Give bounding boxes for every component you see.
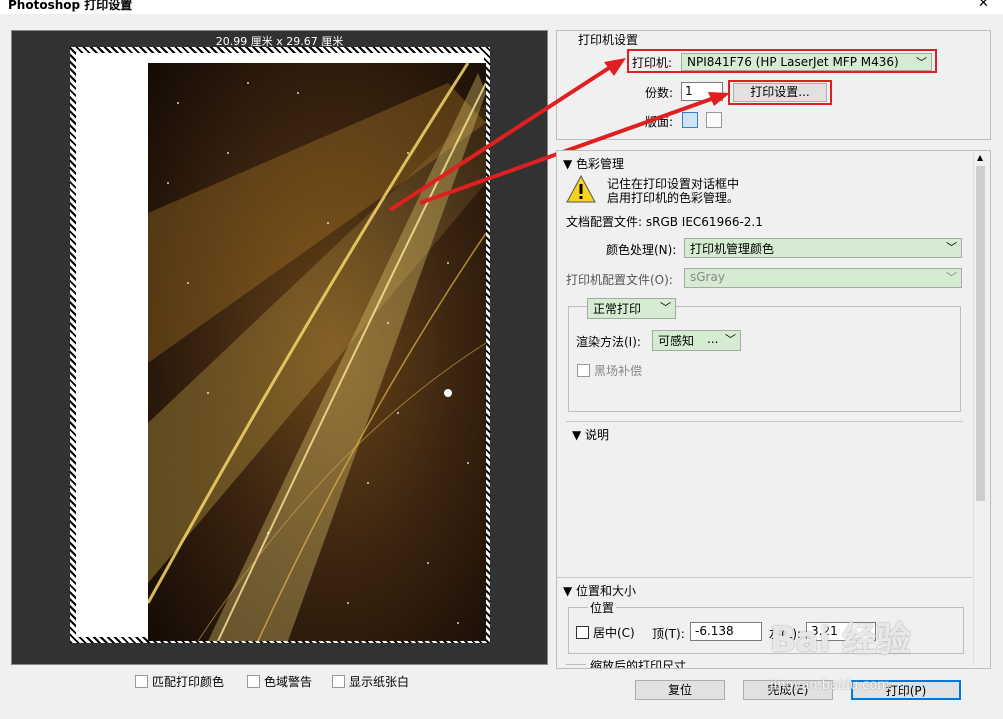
description-heading: 说明 <box>585 428 610 442</box>
center-checkbox[interactable]: 居中(C) <box>576 624 635 641</box>
top-label: 顶(T): <box>652 627 685 641</box>
position-size-heading: 位置和大小 <box>576 584 637 598</box>
chevron-down-icon: ﹀ <box>660 301 671 314</box>
render-method-select[interactable]: 可感知 ... ﹀ <box>652 330 741 351</box>
section-divider <box>556 577 972 578</box>
description-toggle[interactable]: ▼ 说明 <box>572 426 609 443</box>
position-label: 位置 <box>588 599 617 616</box>
scroll-up-icon[interactable]: ▲ <box>977 153 983 162</box>
render-method-ellipsis: ... <box>707 332 719 346</box>
render-method-label: 渲染方法(I): <box>576 335 641 349</box>
scrollbar-thumb[interactable] <box>976 166 985 501</box>
color-handling-label: 颜色处理(N): <box>606 243 677 257</box>
reset-button[interactable]: 复位 <box>635 680 725 700</box>
scaled-size-label: 缩放后的打印尺寸 <box>590 660 687 668</box>
section-divider <box>566 664 586 665</box>
printer-profile-value: sGray <box>690 270 725 284</box>
print-mode-group <box>568 306 961 412</box>
baidu-watermark-url: jingyan.baidu.com <box>770 678 890 693</box>
black-point-label: 黑场补偿 <box>594 364 643 378</box>
checkbox-box <box>577 364 590 377</box>
position-size-toggle[interactable]: ▼ 位置和大小 <box>563 582 636 599</box>
center-label: 居中(C) <box>593 626 635 640</box>
black-point-checkbox[interactable]: 黑场补偿 <box>577 362 642 379</box>
color-management-toggle[interactable]: ▼ 色彩管理 <box>563 155 624 172</box>
baidu-watermark-logo: Bai 经验 <box>770 620 911 660</box>
section-divider <box>566 421 963 422</box>
collapse-triangle-icon: ▼ <box>563 157 577 171</box>
render-method-value: 可感知 <box>658 334 695 348</box>
color-management-heading: 色彩管理 <box>576 157 625 171</box>
color-handling-value: 打印机管理颜色 <box>690 242 775 256</box>
print-mode-select[interactable]: 正常打印 ﹀ <box>587 298 676 319</box>
checkbox-box <box>576 626 589 639</box>
collapse-triangle-icon: ▼ <box>572 428 586 442</box>
printer-profile-select[interactable]: sGray ﹀ <box>684 268 962 288</box>
scaled-size-row: 缩放后的打印尺寸 <box>566 660 926 668</box>
chevron-down-icon: ﹀ <box>946 271 957 284</box>
collapse-triangle-icon: ▼ <box>563 584 577 598</box>
document-profile: 文档配置文件: sRGB IEC61966-2.1 <box>566 215 763 229</box>
chevron-down-icon: ﹀ <box>725 333 736 346</box>
color-handling-select[interactable]: 打印机管理颜色 ﹀ <box>684 238 962 258</box>
printer-profile-label: 打印机配置文件(O): <box>566 273 673 287</box>
print-mode-value: 正常打印 <box>593 302 642 316</box>
warning-line-2: 启用打印机的色彩管理。 <box>607 191 740 205</box>
chevron-down-icon: ﹀ <box>946 241 957 254</box>
top-input[interactable]: -6.138 <box>690 622 762 641</box>
warning-icon <box>566 175 596 203</box>
